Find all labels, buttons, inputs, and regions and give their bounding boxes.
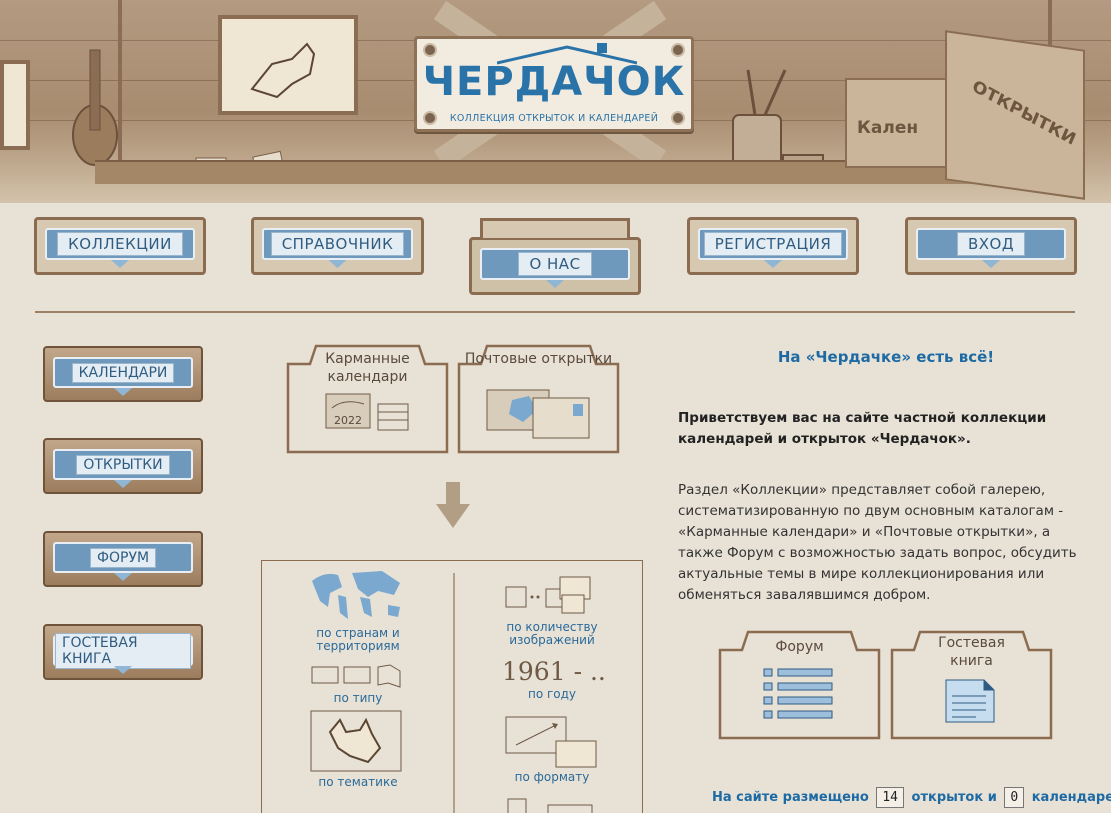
arrow-down-icon bbox=[436, 482, 470, 528]
year-range: 1961 - .. bbox=[502, 657, 606, 686]
description-text: Раздел «Коллекции» представляет собой га… bbox=[678, 482, 1077, 603]
folder-forum-label: Форум bbox=[775, 639, 824, 655]
folder-forum[interactable]: Форум bbox=[718, 628, 881, 740]
nav-login-label: ВХОД bbox=[956, 232, 1026, 256]
logo-title: ЧЕРДАЧОК bbox=[422, 59, 686, 105]
site-stats: На сайте размещено 14 открыток и 0 кален… bbox=[712, 787, 1111, 808]
nav-register-label: РЕГИСТРАЦИЯ bbox=[703, 232, 843, 256]
wolf-icon bbox=[250, 42, 316, 99]
stats-middle: открыток и bbox=[911, 790, 997, 805]
nav-login[interactable]: ВХОД bbox=[905, 217, 1077, 275]
nav-collections[interactable]: КОЛЛЕКЦИИ bbox=[34, 217, 206, 275]
about-tab-folder-top bbox=[480, 218, 630, 238]
side-nav-calendars[interactable]: КАЛЕНДАРИ bbox=[43, 346, 203, 402]
calendars-counter: 0 bbox=[1004, 787, 1025, 808]
folder-postcards[interactable]: Почтовые открытки bbox=[457, 342, 620, 454]
fox-icon[interactable] bbox=[310, 710, 402, 772]
nav-about[interactable]: О НАС bbox=[469, 237, 641, 295]
filter-by-theme[interactable]: по тематике bbox=[298, 776, 418, 789]
site-logo[interactable]: ЧЕРДАЧОК КОЛЛЕКЦИЯ ОТКРЫТОК И КАЛЕНДАРЕЙ bbox=[414, 36, 694, 132]
wolf-picture-frame bbox=[218, 15, 358, 115]
logo-subtitle: КОЛЛЕКЦИЯ ОТКРЫТОК И КАЛЕНДАРЕЙ bbox=[449, 113, 659, 124]
filter-by-year[interactable]: по году bbox=[487, 688, 617, 701]
folder-pocket-year: 2022 bbox=[334, 414, 362, 427]
folder-postcards-label: Почтовые открытки bbox=[464, 351, 613, 367]
postcards-counter: 14 bbox=[876, 787, 905, 808]
nav-register[interactable]: РЕГИСТРАЦИЯ bbox=[687, 217, 859, 275]
filter-by-image-count[interactable]: по количеству изображений bbox=[487, 621, 617, 647]
format-icon[interactable] bbox=[504, 715, 600, 769]
nav-divider bbox=[35, 311, 1075, 313]
side-nav-postcards-label: ОТКРЫТКИ bbox=[76, 454, 170, 475]
filter-by-country[interactable]: по странам и территориям bbox=[298, 627, 418, 653]
calendar-types-icon[interactable] bbox=[310, 663, 402, 689]
folder-guestbook[interactable]: Гостевая книга bbox=[890, 628, 1053, 740]
filter-by-type[interactable]: по типу bbox=[298, 692, 418, 705]
side-nav-calendars-label: КАЛЕНДАРИ bbox=[71, 362, 175, 383]
postcard-box: ОТКРЫТКИ bbox=[945, 30, 1085, 200]
folder-pocket-calendars[interactable]: Карманные календари 2022 bbox=[286, 342, 449, 454]
page-headline: На «Чердачке» есть всё! bbox=[777, 348, 995, 366]
nav-collections-label: КОЛЛЕКЦИИ bbox=[57, 232, 183, 256]
side-nav-guestbook-label: ГОСТЕВАЯ КНИГА bbox=[55, 632, 191, 669]
side-nav-postcards[interactable]: ОТКРЫТКИ bbox=[43, 438, 203, 494]
catalog-filters: по странам и территориям по типу по тема… bbox=[261, 560, 643, 813]
header-banner: Кален ОТКРЫТКИ ЧЕРДАЧОК КОЛЛЕКЦИЯ ОТКРЫТ… bbox=[0, 0, 1111, 203]
orientation-icon[interactable] bbox=[506, 797, 596, 813]
box-label-calendars: Кален bbox=[857, 118, 919, 138]
folder-guestbook-label: Гостевая книга bbox=[938, 635, 1005, 669]
folder-pocket-calendars-label: Карманные календари bbox=[325, 351, 410, 385]
image-count-icon[interactable] bbox=[502, 575, 602, 617]
welcome-text: Приветствуем вас на сайте частной коллек… bbox=[678, 410, 1047, 447]
box-label-postcards: ОТКРЫТКИ bbox=[969, 76, 1079, 150]
world-map-icon[interactable] bbox=[308, 567, 404, 623]
stats-suffix: календарей bbox=[1031, 790, 1111, 805]
left-picture-frame bbox=[0, 60, 30, 150]
nav-reference-label: СПРАВОЧНИК bbox=[270, 232, 405, 256]
side-nav-guestbook[interactable]: ГОСТЕВАЯ КНИГА bbox=[43, 624, 203, 680]
side-nav-forum[interactable]: ФОРУМ bbox=[43, 531, 203, 587]
nav-about-label: О НАС bbox=[518, 252, 592, 276]
nav-reference[interactable]: СПРАВОЧНИК bbox=[251, 217, 424, 275]
filter-by-format[interactable]: по формату bbox=[487, 771, 617, 784]
side-nav-forum-label: ФОРУМ bbox=[89, 547, 157, 568]
stats-prefix: На сайте размещено bbox=[712, 790, 869, 805]
